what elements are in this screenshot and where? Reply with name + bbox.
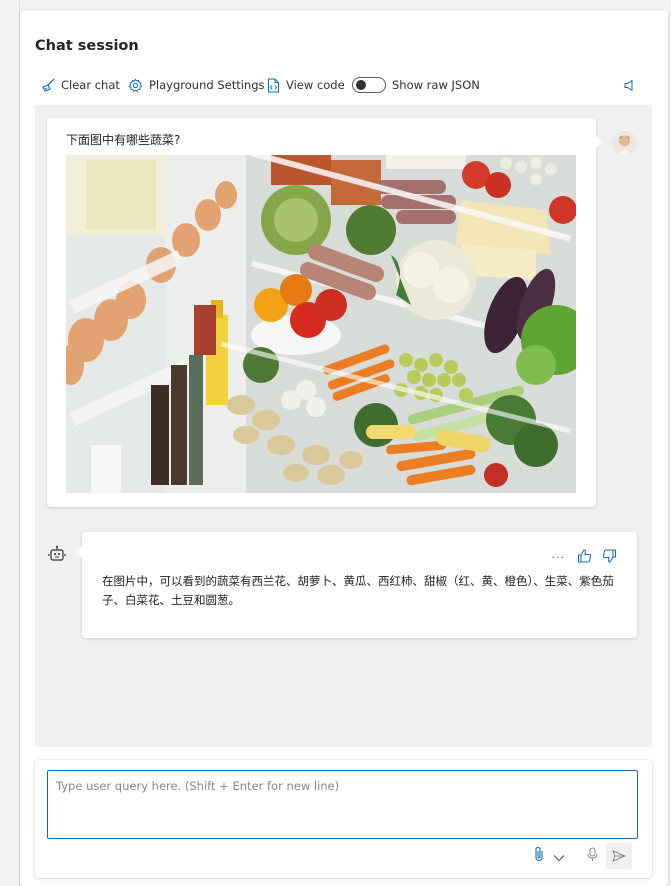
attach-icon[interactable] xyxy=(533,846,545,866)
more-options-icon[interactable]: ··· xyxy=(552,551,566,564)
chat-session-panel: Chat session Clear chat Playground Setti… xyxy=(20,10,668,886)
input-tools xyxy=(533,843,632,869)
bot-icon xyxy=(48,545,66,567)
view-code-button[interactable]: View code xyxy=(267,74,345,96)
speaker-icon xyxy=(623,79,636,92)
send-button[interactable] xyxy=(606,843,632,869)
broom-icon xyxy=(41,78,55,92)
gear-icon xyxy=(128,78,143,93)
send-icon xyxy=(612,847,627,866)
playground-settings-label: Playground Settings xyxy=(149,78,265,92)
user-message-text: 下面图中有哪些蔬菜? xyxy=(66,133,181,147)
thumbs-up-icon[interactable] xyxy=(577,548,592,567)
chat-toolbar: Clear chat Playground Settings View code… xyxy=(20,74,668,96)
refrigerator-vegetables-image xyxy=(66,155,576,493)
toggle-switch[interactable] xyxy=(352,77,386,93)
code-file-icon xyxy=(267,78,280,93)
left-sidebar-strip xyxy=(0,0,20,886)
clear-chat-label: Clear chat xyxy=(61,78,120,92)
user-message: 下面图中有哪些蔬菜? xyxy=(47,118,602,507)
microphone-icon[interactable] xyxy=(587,847,598,866)
user-avatar xyxy=(612,131,637,156)
thumbs-down-icon[interactable] xyxy=(602,548,617,567)
page-title: Chat session xyxy=(35,38,139,54)
message-actions: ··· xyxy=(552,548,618,567)
show-raw-json-toggle[interactable]: Show raw JSON xyxy=(352,74,480,96)
chat-input-area xyxy=(35,760,652,878)
assistant-message: ··· 在图片中，可以看到的蔬菜有西兰花、胡萝卜、黄瓜、西红柿、甜椒（红、黄、橙… xyxy=(76,532,637,638)
chat-history: 下面图中有哪些蔬菜? ··· 在图片中，可以看到的蔬菜有西兰花、胡萝卜、黄瓜、西… xyxy=(35,105,652,747)
clear-chat-button[interactable]: Clear chat xyxy=(41,74,120,96)
show-raw-json-label: Show raw JSON xyxy=(392,78,480,92)
toggle-knob xyxy=(356,80,366,90)
chevron-down-icon[interactable] xyxy=(553,847,565,866)
assistant-message-text: 在图片中，可以看到的蔬菜有西兰花、胡萝卜、黄瓜、西红柿、甜椒（红、黄、橙色）、生… xyxy=(102,574,614,607)
speaker-button[interactable] xyxy=(623,74,636,96)
playground-settings-button[interactable]: Playground Settings xyxy=(128,74,265,96)
user-query-input[interactable] xyxy=(47,770,638,839)
view-code-label: View code xyxy=(286,78,345,92)
